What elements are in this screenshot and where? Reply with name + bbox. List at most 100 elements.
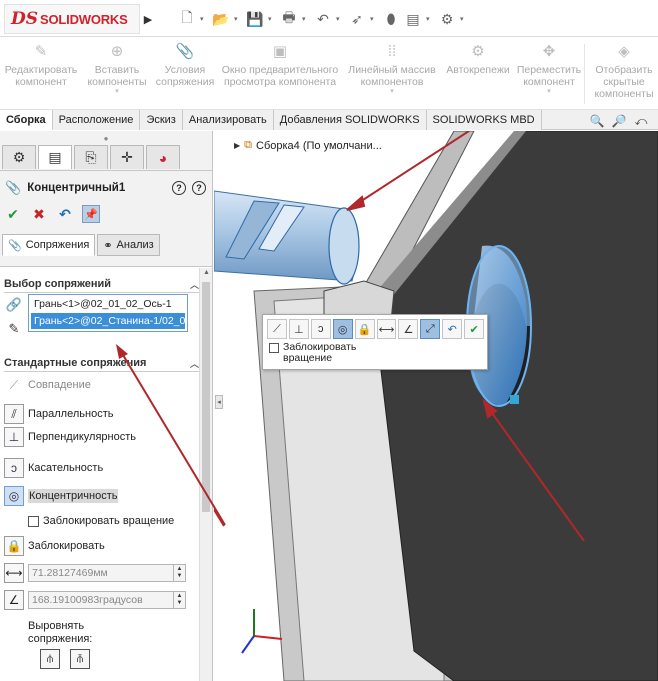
section-mate-selections[interactable]: Выбор сопряжений ︿ [4,276,199,292]
tab-mates[interactable]: 📎 Сопряжения [2,234,96,256]
distance-icon[interactable]: ⟷ [376,319,397,339]
show-hidden-components-button[interactable]: ◈ Отобразить скрытые компоненты [590,42,658,100]
tab-3[interactable]: Анализировать [182,110,274,130]
undo-icon[interactable]: ↶ [56,205,74,223]
move-component-label: компонент [523,76,575,88]
mate-tangent[interactable]: ↄ Касательность [4,458,103,478]
collapse-chevron-icon[interactable]: ︿ [190,278,199,291]
undo-icon[interactable]: ↶ [314,10,332,28]
undo-icon[interactable]: ↶ [442,319,463,339]
property-manager-tab-icon[interactable]: ▤ [38,145,72,169]
scroll-up-arrow[interactable]: ▲ [203,269,210,276]
dropdown-arrow-icon[interactable]: ▾ [460,15,468,23]
tab-analysis[interactable]: ⚭ Анализ [97,234,160,256]
anti-aligned-icon[interactable]: ⫚ [70,649,90,669]
panel-grip[interactable]: ● [0,131,212,145]
dropdown-arrow-icon[interactable]: ▾ [426,15,434,23]
file-properties-icon[interactable]: ▤ [404,10,422,28]
previous-view-icon[interactable]: ⤺ [632,113,650,129]
model-view[interactable] [214,131,658,681]
selection-item[interactable]: Грань<2>@02_Станина-1/02_0 [31,313,185,329]
tab-mates-label: Сопряжения [25,239,90,251]
print-icon[interactable]: 🖶 [280,9,298,28]
solidworks-logo[interactable]: DS SOLIDWORKS [4,4,140,34]
expand-arrow-icon[interactable]: ▶ [234,141,240,150]
mate-concentric[interactable]: ◎ Концентричность [4,486,119,506]
save-icon[interactable]: 💾 [246,10,264,28]
dropdown-arrow-icon[interactable]: ▾ [268,15,276,23]
angle-icon[interactable]: ∠ [398,319,419,339]
edit-component-button[interactable]: ✎ Редактировать компонент [0,42,82,88]
dropdown-arrow-icon[interactable]: ▾ [200,15,208,23]
feature-manager-tab-icon[interactable]: ⚙ [2,145,36,169]
tab-2[interactable]: Эскиз [140,110,183,130]
property-manager-title: Концентричный1 [27,182,126,194]
context-lock-rotation-checkbox[interactable]: Заблокировать вращение [263,339,487,364]
open-folder-icon[interactable]: 📂 [212,10,230,28]
selection-item[interactable]: Грань<1>@02_01_02_Ось-1 [31,296,185,312]
component-preview-window-button[interactable]: ▣ Окно предварительного просмотра компонен… [218,42,342,88]
tab-4[interactable]: Добавления SOLIDWORKS [273,110,427,130]
concentric-icon[interactable]: ◎ [332,319,353,339]
tab-1[interactable]: Расположение [52,110,141,130]
checkbox-box[interactable] [269,343,279,353]
angle-icon[interactable]: ∠ [4,590,24,610]
tangent-icon[interactable]: ↄ [310,319,331,339]
edit-component-label: компонент [15,76,67,88]
flip-alignment-icon[interactable]: ⤢ [420,319,441,339]
mate-selections-list[interactable]: Грань<1>@02_01_02_Ось-1 Грань<2>@02_Стан… [28,294,188,332]
tab-5[interactable]: SOLIDWORKS MBD [426,110,542,130]
dropdown-arrow-icon[interactable]: ▾ [370,15,378,23]
dimxpert-tab-icon[interactable]: ✛ [110,145,144,169]
tab-0[interactable]: Сборка [0,110,53,130]
pin-selection-icon[interactable]: ✎ [4,320,24,338]
mate-selection-icon: 🔗 [5,297,23,312]
dropdown-arrow-icon[interactable]: ▾ [115,88,119,96]
zoom-to-fit-icon[interactable]: 🔍 [588,113,606,129]
aligned-icon[interactable]: ⫛ [40,649,60,669]
dropdown-arrow-icon[interactable]: ▾ [336,15,344,23]
distance-input[interactable]: 71.28127469мм ▲ ▼ [28,564,186,582]
ok-check-icon[interactable]: ✔ [4,205,22,223]
new-document-icon[interactable]: 🗋 [178,9,196,28]
cancel-x-icon[interactable]: ✖ [30,205,48,223]
menu-expand-arrow[interactable]: ▶ [142,6,154,32]
panel-collapse-handle[interactable]: ◂ [215,395,223,409]
mate-conditions-button[interactable]: 📎 Условия сопряжения [152,42,218,88]
configuration-manager-tab-icon[interactable]: ⎘ [74,145,108,169]
checkbox-box[interactable] [28,515,39,527]
insert-components-button[interactable]: ⊕ Вставить компоненты ▾ [82,42,152,96]
mate-coincident[interactable]: ⟋ Совпадение [4,375,91,395]
dropdown-arrow-icon[interactable]: ▾ [234,15,242,23]
smart-fasteners-button[interactable]: ⚙ Автокрепежи [442,42,514,76]
lock-icon[interactable]: 🔒 [354,319,375,339]
perpendicular-icon[interactable]: ⊥ [288,319,309,339]
mate-parallel[interactable]: ⫽ Параллельность [4,404,113,424]
ok-check-icon[interactable]: ✔ [464,319,485,339]
edit-component-label: Редактировать [4,64,78,76]
dropdown-arrow-icon[interactable]: ▾ [547,88,551,96]
angle-input[interactable]: 168.19100983градусов ▲ ▼ [28,591,186,609]
graphics-area[interactable]: ▶ ⧉ Сборка4 (По умолчани... [214,131,658,681]
spinner-arrows[interactable]: ▲ ▼ [173,565,185,581]
select-pointer-icon[interactable]: ➶ [348,10,366,28]
pushpin-icon[interactable]: 📌 [82,205,100,223]
rebuild-icon[interactable]: ⬮ [382,10,400,28]
help-icon[interactable]: ? [192,181,206,195]
linear-component-pattern-button[interactable]: ⁞⁞ Линейный массив компонентов ▾ [342,42,442,96]
dropdown-arrow-icon[interactable]: ▾ [302,15,310,23]
move-component-button[interactable]: ✥ Переместить компонент ▾ [514,42,584,96]
mate-lock[interactable]: 🔒 Заблокировать [4,536,105,556]
display-manager-tab-icon[interactable]: ◕ [146,145,180,169]
coincident-icon[interactable]: ⟋ [267,319,287,339]
spinner-arrows[interactable]: ▲ ▼ [173,592,185,608]
dropdown-arrow-icon[interactable]: ▾ [390,88,394,96]
distance-icon[interactable]: ⟷ [4,563,24,583]
zoom-to-area-icon[interactable]: 🔎 [610,113,628,129]
annotation-arrow-panel [116,344,226,526]
command-manager-tabs: Сборка Расположение Эскиз Анализировать Доба… [0,110,658,130]
feature-tree-flyout[interactable]: ▶ ⧉ Сборка4 (По умолчани... [234,139,382,152]
options-gear-icon[interactable]: ⚙ [438,10,456,28]
whats-wrong-icon[interactable]: ? [172,181,186,195]
show-hidden-components-label: компоненты [594,88,654,100]
